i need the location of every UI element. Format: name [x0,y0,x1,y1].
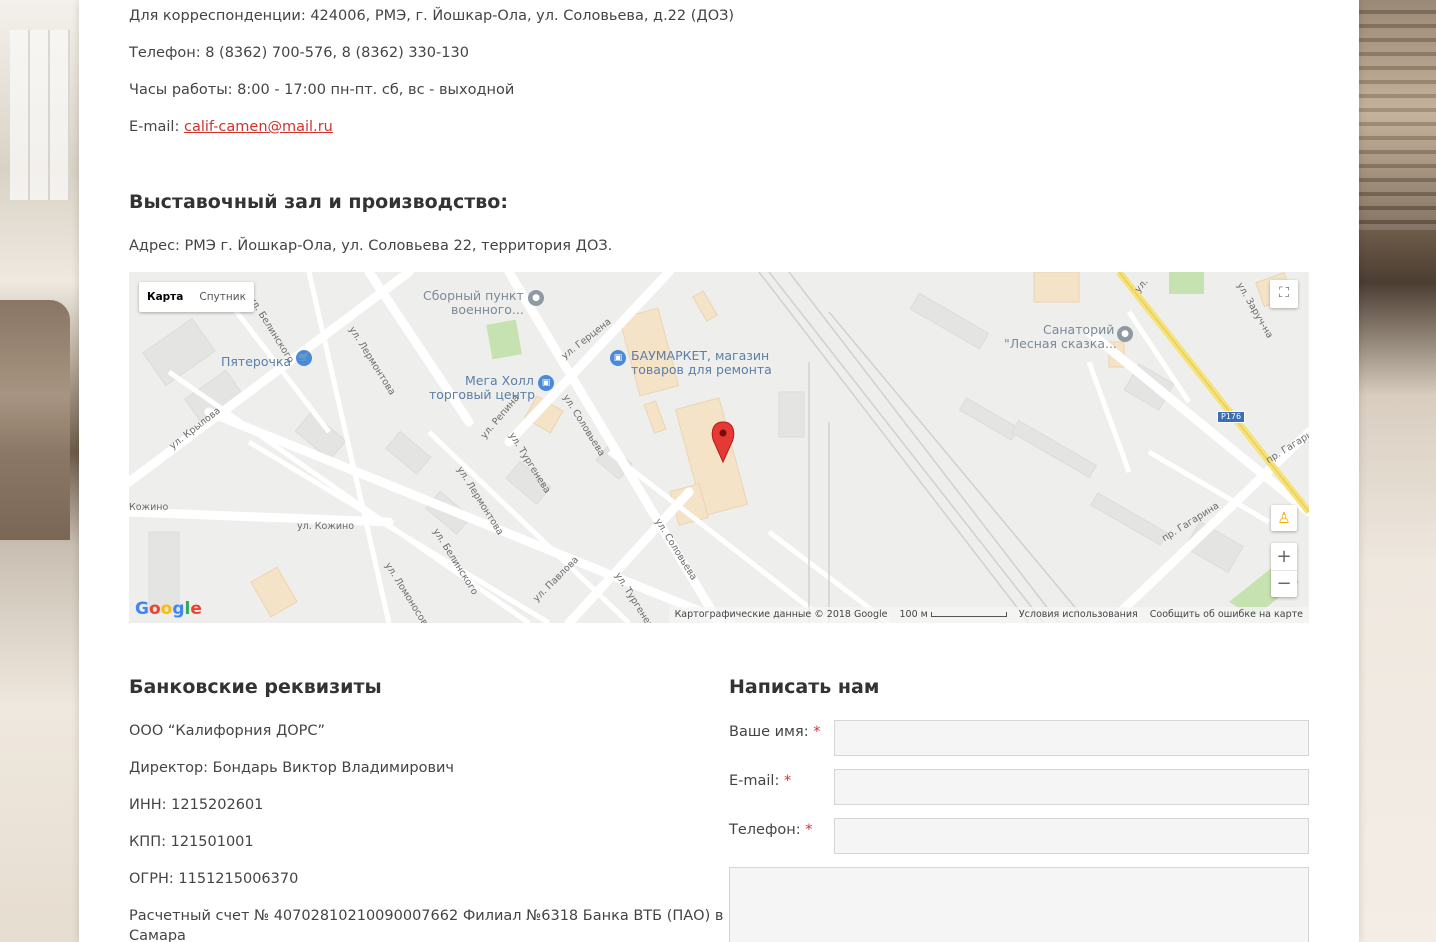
bank-account-line1: Расчетный счет № 40702810210090007662 Фи… [129,908,741,924]
poi-sborny-line2[interactable]: военного... [451,303,524,317]
background-decor-right [1358,0,1436,942]
email-field-label: E-mail: * [729,773,791,789]
email-label-text: E-mail: [729,773,780,789]
map-pin-icon[interactable]: ● [1117,326,1133,342]
poi-baumarket-line1[interactable]: БАУМАРКЕТ, магазин [631,349,769,363]
map-scale-label: 100 м [899,609,928,620]
google-map[interactable]: ● Сборный пункт военного... 🛒 Пятерочка … [129,272,1309,623]
background-decor-left [0,0,80,942]
bank-ogrn: ОГРН: 1151215006370 [129,871,299,887]
map-type-control: Карта Спутник [139,282,254,312]
poi-pyaterochka[interactable]: Пятерочка [221,355,291,369]
road-shield-badge: Р176 [1217,411,1246,423]
name-label-text: Ваше имя: [729,724,809,740]
shopping-bag-icon[interactable]: ▣ [610,350,626,366]
google-logo-letter: o [160,599,173,619]
street-view-pegman-icon[interactable]: ♙ [1271,505,1297,531]
message-textarea[interactable] [729,867,1309,942]
phone-label-text: Телефон: [729,822,801,838]
phone-input[interactable] [834,818,1309,854]
street-label: ул. Кожино [297,521,355,532]
map-type-satellite-button[interactable]: Спутник [191,282,254,312]
map-terms-link[interactable]: Условия использования [1019,607,1138,623]
bank-company: ООО “Калифорния ДОРС” [129,723,326,739]
email-label: E-mail: [129,119,184,135]
shopping-bag-icon[interactable]: ▣ [538,375,554,391]
poi-sanatory-line2[interactable]: "Лесная сказка... [1004,337,1117,351]
google-logo[interactable]: Google [135,599,202,619]
map-report-error-link[interactable]: Сообщить об ошибке на карте [1150,607,1303,623]
map-type-map-button[interactable]: Карта [139,282,191,312]
scale-bar [930,612,1007,617]
map-scale[interactable]: 100 м [900,607,1007,623]
poi-megaholl-line1[interactable]: Мега Холл [465,374,534,388]
phone-field-label: Телефон: * [729,822,812,838]
required-mark: * [805,822,813,838]
bank-kpp: КПП: 121501001 [129,834,254,850]
email-line: E-mail: calif-camen@mail.ru [129,117,333,137]
correspondence-address: Для корреспонденции: 424006, РМЭ, г. Йош… [129,8,735,24]
showroom-address: Адрес: РМЭ г. Йошкар-Ола, ул. Соловьева … [129,238,613,254]
google-logo-letter: g [172,599,185,619]
required-mark: * [813,724,821,740]
name-input[interactable] [834,720,1309,756]
google-logo-letter: G [135,599,149,619]
fullscreen-icon[interactable]: ⛶ [1270,280,1298,308]
zoom-out-button[interactable]: − [1271,570,1297,597]
poi-baumarket-line2[interactable]: товаров для ремонта [631,363,772,377]
poi-sborny-line1[interactable]: Сборный пункт [423,289,524,303]
map-canvas[interactable] [129,272,1309,623]
map-attribution: Картографические данные © 2018 Google 10… [668,607,1309,623]
shopping-cart-icon[interactable]: 🛒 [296,350,312,366]
map-pin-icon[interactable]: ● [528,290,544,306]
name-field-label: Ваше имя: * [729,724,820,740]
street-label: Кожино [129,502,169,513]
email-link[interactable]: calif-camen@mail.ru [184,119,333,135]
zoom-control: + − [1271,543,1297,597]
map-data-credit: Картографические данные © 2018 Google [674,609,888,620]
poi-sanatory-line1[interactable]: Санаторий [1043,323,1114,337]
contact-form-heading: Написать нам [729,676,880,698]
phone-line: Телефон: 8 (8362) 700-576, 8 (8362) 330-… [129,45,469,61]
showroom-heading: Выставочный зал и производство: [129,191,508,213]
bank-inn: ИНН: 1215202601 [129,797,264,813]
google-logo-letter: e [190,599,202,619]
content-page: Для корреспонденции: 424006, РМЭ, г. Йош… [79,0,1359,942]
zoom-in-button[interactable]: + [1271,543,1297,570]
bank-details-heading: Банковские реквизиты [129,676,382,698]
bank-director: Директор: Бондарь Виктор Владимирович [129,760,455,776]
required-mark: * [783,773,792,789]
google-logo-letter: o [148,599,161,619]
working-hours: Часы работы: 8:00 - 17:00 пн-пт. сб, вс … [129,82,515,98]
bank-account-line2: Самара [129,928,186,942]
email-input[interactable] [834,769,1309,805]
